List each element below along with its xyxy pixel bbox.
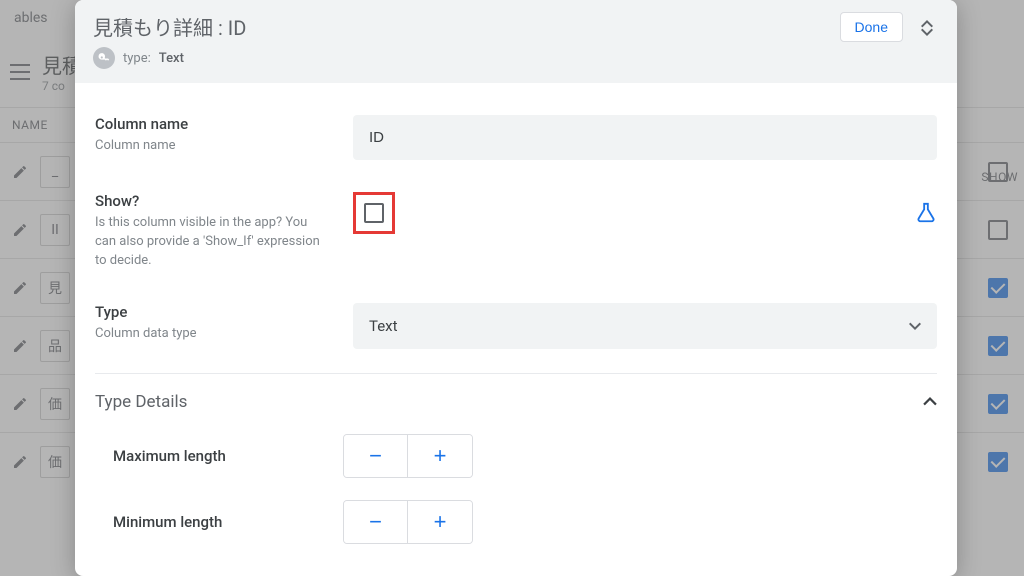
min-length-increment[interactable]: + bbox=[408, 501, 472, 543]
max-length-increment[interactable]: + bbox=[408, 435, 472, 477]
field-show: Show? Is this column visible in the app?… bbox=[95, 178, 937, 289]
min-length-label: Minimum length bbox=[113, 513, 343, 531]
type-details-title: Type Details bbox=[95, 392, 187, 412]
show-checkbox-highlight bbox=[353, 192, 395, 234]
modal-header: 見積もり詳細 : ID type: Text Done bbox=[75, 0, 957, 83]
column-name-input[interactable] bbox=[353, 115, 937, 160]
type-field-label: Type bbox=[95, 303, 325, 321]
field-min-length: Minimum length − + bbox=[95, 492, 937, 558]
caret-down-icon bbox=[909, 322, 921, 330]
show-desc: Is this column visible in the app? You c… bbox=[95, 214, 325, 271]
type-value: Text bbox=[159, 51, 184, 66]
flask-icon[interactable] bbox=[915, 202, 937, 224]
column-name-label: Column name bbox=[95, 115, 325, 133]
type-select[interactable]: Text bbox=[353, 303, 937, 349]
max-length-stepper: − + bbox=[343, 434, 473, 478]
key-icon bbox=[93, 47, 115, 69]
chevron-up-icon bbox=[921, 20, 933, 28]
chevron-up-icon bbox=[923, 397, 937, 406]
min-length-stepper: − + bbox=[343, 500, 473, 544]
chevron-down-icon bbox=[921, 28, 933, 36]
show-checkbox[interactable] bbox=[364, 203, 384, 223]
type-details-header[interactable]: Type Details bbox=[95, 374, 937, 426]
max-length-label: Maximum length bbox=[113, 447, 343, 465]
type-select-value: Text bbox=[369, 317, 398, 335]
min-length-decrement[interactable]: − bbox=[344, 501, 408, 543]
field-max-length: Maximum length − + bbox=[95, 426, 937, 492]
column-name-desc: Column name bbox=[95, 137, 325, 156]
done-button[interactable]: Done bbox=[840, 12, 903, 42]
type-field-desc: Column data type bbox=[95, 325, 325, 344]
field-column-name: Column name Column name bbox=[95, 101, 937, 178]
modal-title: 見積もり詳細 : ID bbox=[93, 12, 828, 41]
type-label: type: bbox=[123, 51, 151, 66]
prev-next-column[interactable] bbox=[915, 12, 939, 44]
column-edit-modal: 見積もり詳細 : ID type: Text Done Column name … bbox=[75, 0, 957, 576]
show-label: Show? bbox=[95, 192, 325, 210]
max-length-decrement[interactable]: − bbox=[344, 435, 408, 477]
field-type: Type Column data type Text bbox=[95, 289, 937, 367]
